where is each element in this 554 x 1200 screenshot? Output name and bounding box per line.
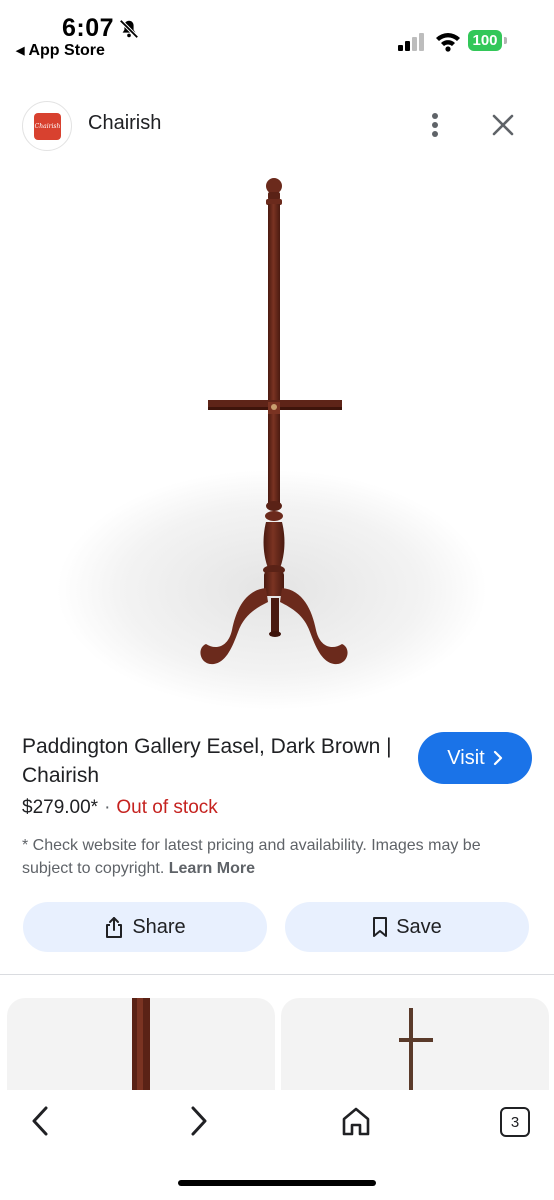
battery-level: 100 (468, 30, 502, 51)
logo-wordmark: Chairish (34, 113, 61, 140)
site-logo[interactable]: Chairish (22, 101, 72, 151)
home-icon[interactable] (340, 1104, 372, 1138)
disclaimer: * Check website for latest pricing and a… (22, 834, 532, 880)
save-label: Save (396, 915, 442, 938)
forward-arrow-icon[interactable] (183, 1104, 213, 1138)
learn-more-link[interactable]: Learn More (169, 860, 255, 877)
back-app-label: App Store (28, 42, 105, 59)
visit-button[interactable]: Visit (418, 732, 532, 784)
site-name[interactable]: Chairish (88, 112, 161, 135)
tabs-icon[interactable]: 3 (500, 1107, 530, 1137)
signal-icon (398, 33, 424, 51)
back-to-app-link[interactable]: ◀ App Store (16, 42, 105, 60)
stock-status: Out of stock (116, 797, 218, 818)
visit-label: Visit (447, 746, 485, 769)
back-triangle-icon: ◀ (16, 45, 25, 57)
bookmark-icon (373, 917, 388, 937)
back-arrow-icon[interactable] (26, 1104, 56, 1138)
share-icon (106, 917, 123, 938)
separator-dot: · (104, 797, 111, 818)
home-indicator (178, 1180, 376, 1186)
share-button[interactable]: Share (23, 902, 267, 952)
product-title[interactable]: Paddington Gallery Easel, Dark Brown | C… (22, 732, 402, 790)
bell-slash-icon (119, 19, 139, 39)
status-time: 6:07 (62, 14, 115, 42)
save-button[interactable]: Save (285, 902, 529, 952)
price: $279.00* (22, 797, 99, 818)
divider (0, 974, 554, 975)
wifi-icon (436, 33, 460, 52)
product-image[interactable] (0, 170, 554, 710)
battery-icon: 100 (468, 30, 508, 52)
chevron-right-icon (493, 750, 502, 766)
close-icon[interactable] (486, 108, 520, 142)
share-label: Share (132, 915, 186, 938)
more-vert-icon[interactable] (420, 108, 450, 142)
price-row: $279.00* · Out of stock (22, 797, 218, 819)
